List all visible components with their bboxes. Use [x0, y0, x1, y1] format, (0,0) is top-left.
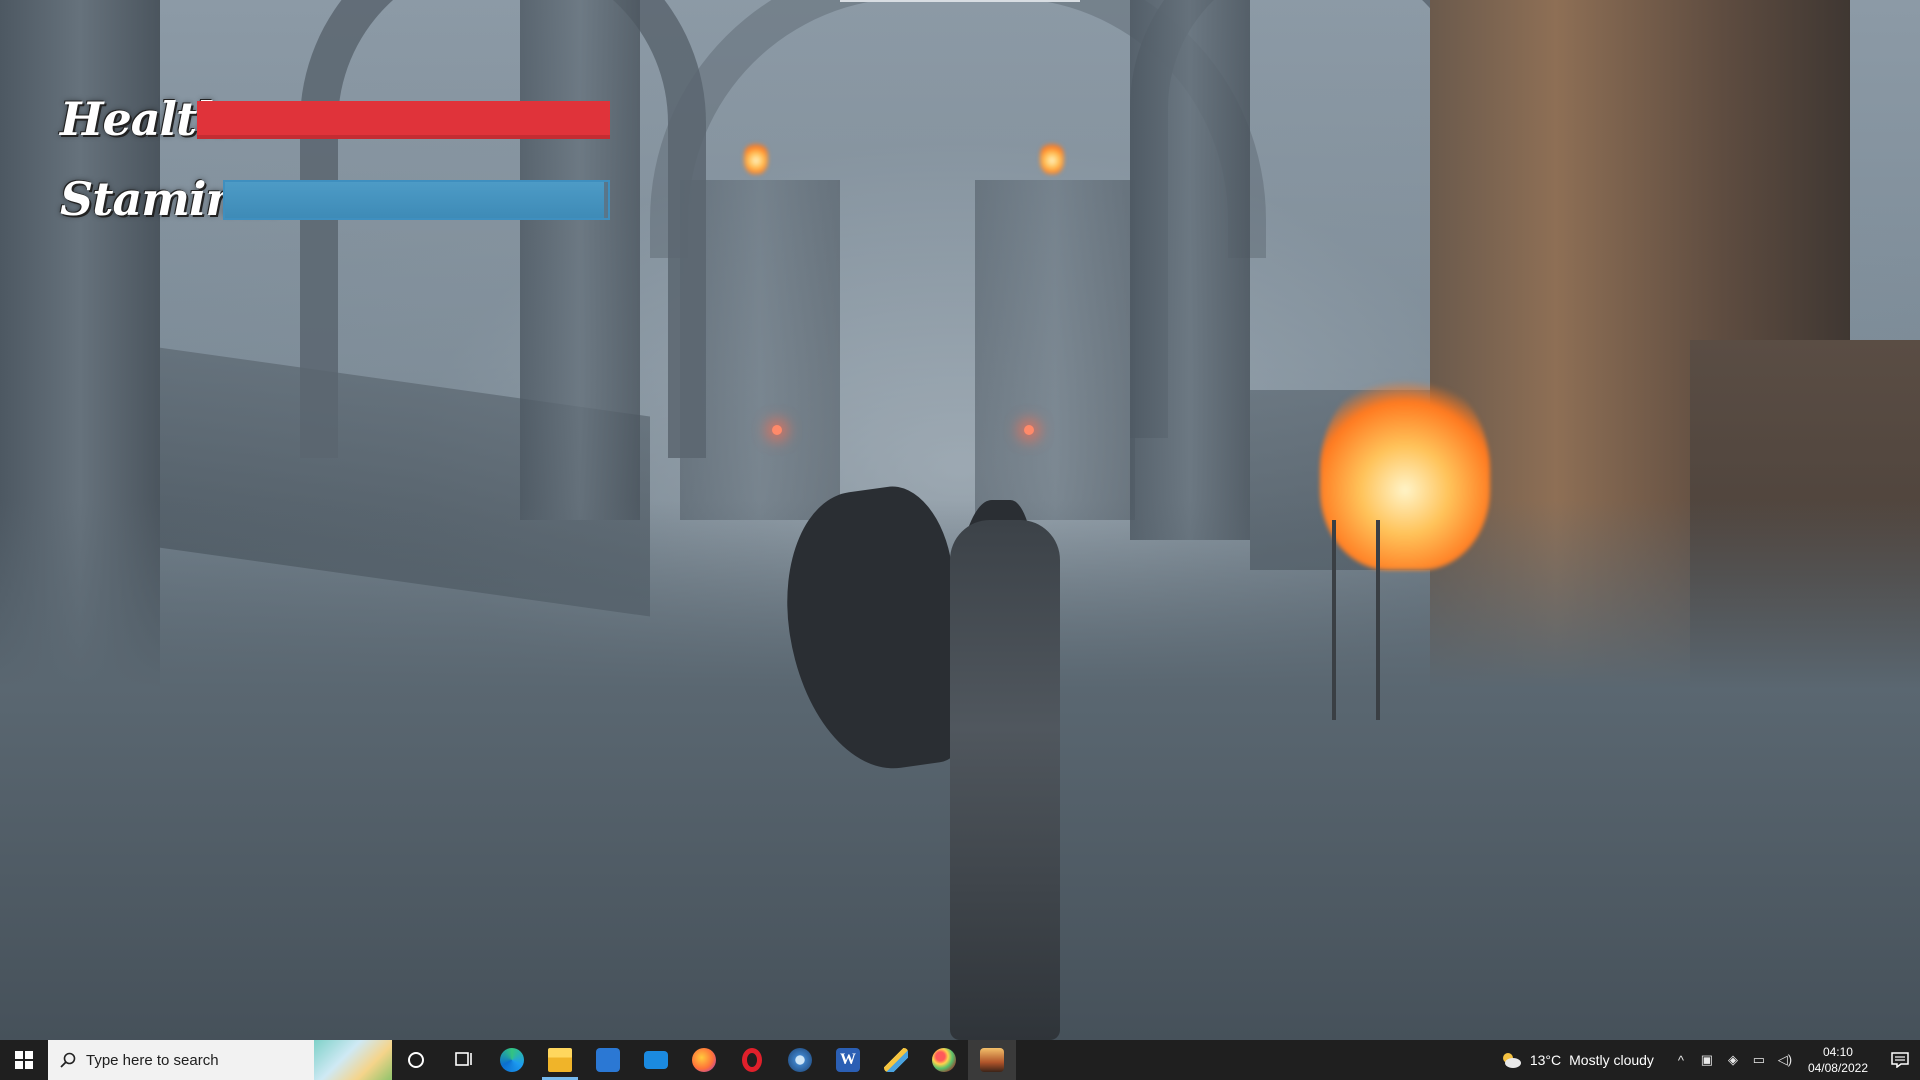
game-viewport[interactable] — [0, 0, 1920, 1040]
torch-flame-far-left — [744, 140, 768, 174]
task-view-button[interactable] — [440, 1040, 488, 1080]
notification-icon — [1891, 1052, 1909, 1068]
opera-button[interactable] — [728, 1040, 776, 1080]
edge-icon — [500, 1048, 524, 1072]
paint-app-button[interactable] — [920, 1040, 968, 1080]
red-light-left — [772, 425, 782, 435]
mail-icon — [644, 1051, 668, 1069]
weather-widget[interactable]: 13°C Mostly cloudy — [1500, 1051, 1654, 1069]
clock[interactable]: 04:10 04/08/2022 — [1808, 1044, 1868, 1076]
task-view-icon — [455, 1052, 472, 1066]
start-button[interactable] — [0, 1040, 48, 1080]
volume-icon[interactable]: ◁) — [1775, 1052, 1795, 1068]
taskbar-search[interactable]: Type here to search — [48, 1040, 392, 1080]
windows-icon — [15, 1051, 33, 1069]
pillar-left-mid — [520, 0, 640, 520]
cortana-icon — [408, 1052, 424, 1068]
player-character — [771, 479, 1110, 1040]
cloud-sun-icon — [1502, 1053, 1521, 1068]
opera-icon — [742, 1048, 762, 1072]
cortana-button[interactable] — [392, 1040, 440, 1080]
firefox-icon — [692, 1048, 716, 1072]
stamina-bar-fill — [225, 182, 605, 218]
pen-app-icon — [884, 1048, 908, 1072]
red-light-right — [1024, 425, 1034, 435]
pen-app-button[interactable] — [872, 1040, 920, 1080]
clock-date: 04/08/2022 — [1807, 1061, 1868, 1075]
stamina-bar — [223, 180, 610, 220]
firefox-button[interactable] — [680, 1040, 728, 1080]
search-icon — [60, 1052, 76, 1068]
file-explorer-button[interactable] — [536, 1040, 584, 1080]
left-arch — [300, 0, 706, 458]
network-icon[interactable]: ▭ — [1749, 1052, 1769, 1068]
game-app-icon — [980, 1048, 1004, 1072]
store-button[interactable] — [584, 1040, 632, 1080]
search-placeholder: Type here to search — [86, 1051, 219, 1069]
word-icon: W — [836, 1048, 860, 1072]
dropbox-icon[interactable]: ◈ — [1723, 1052, 1743, 1068]
clock-time: 04:10 — [1822, 1045, 1853, 1059]
steam-button[interactable] — [776, 1040, 824, 1080]
paint-app-icon — [932, 1048, 956, 1072]
torch-flame-far-right — [1040, 140, 1064, 174]
weather-description: Mostly cloudy — [1569, 1052, 1654, 1068]
store-icon — [596, 1048, 620, 1072]
health-bar — [197, 101, 610, 139]
edge-button[interactable] — [488, 1040, 536, 1080]
player-wing-left — [771, 479, 979, 781]
search-highlight-image — [314, 1040, 392, 1080]
top-indicator — [840, 0, 1080, 2]
meet-now-icon[interactable]: ▣ — [1697, 1052, 1717, 1068]
file-explorer-icon — [548, 1048, 572, 1072]
health-bar-fill — [197, 101, 610, 139]
steam-icon — [788, 1048, 812, 1072]
game-app-button[interactable] — [968, 1040, 1016, 1080]
taskbar: Type here to search W 13°C Mostly cloudy… — [0, 1040, 1920, 1080]
weather-temperature: 13°C — [1529, 1052, 1562, 1068]
pillar-right-mid — [1130, 0, 1250, 540]
mail-button[interactable] — [632, 1040, 680, 1080]
player-body — [950, 520, 1060, 1040]
notifications-button[interactable] — [1880, 1040, 1920, 1080]
word-button[interactable]: W — [824, 1040, 872, 1080]
system-tray: 13°C Mostly cloudy ^ ▣ ◈ ▭ ◁) 04:10 04/0… — [1500, 1040, 1920, 1080]
brazier-stand — [1332, 520, 1380, 720]
chevron-up-icon[interactable]: ^ — [1671, 1053, 1691, 1068]
